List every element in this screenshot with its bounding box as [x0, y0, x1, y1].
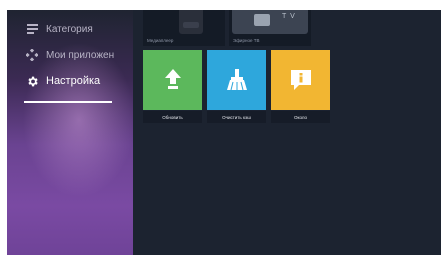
upload-arrow-icon	[164, 69, 181, 89]
tile-face	[271, 50, 330, 110]
tile-face	[207, 50, 266, 110]
tile-label: Обновить	[143, 111, 202, 123]
app-thumbnail	[179, 10, 203, 34]
info-icon	[290, 70, 311, 90]
list-icon	[25, 22, 39, 36]
tile-face	[143, 50, 202, 110]
tv-icon	[254, 14, 270, 26]
app-thumbnail: T V	[232, 10, 308, 34]
sidebar-item-label: Мои приложен	[46, 49, 115, 61]
sidebar-item-settings[interactable]: Настройка	[25, 74, 100, 88]
sidebar-item-label: Категория	[46, 23, 93, 35]
apps-icon	[25, 48, 39, 62]
app-tile-broadcast-tv[interactable]: T V Эфирное ТВ	[229, 10, 311, 46]
app-label: Эфирное ТВ	[233, 38, 260, 43]
tile-about[interactable]: Около	[271, 50, 330, 123]
gear-icon	[25, 74, 39, 88]
active-underline	[24, 101, 112, 103]
main-panel: Медиаплеер T V Эфирное ТВ Обновить Очист…	[133, 10, 441, 255]
screen: Категория Мои приложен Настройка Медиапл…	[0, 0, 448, 255]
tile-clear-cache[interactable]: Очистить кэш	[207, 50, 266, 123]
tile-update[interactable]: Обновить	[143, 50, 202, 123]
media-player-icon	[183, 22, 199, 28]
sidebar: Категория Мои приложен Настройка	[7, 10, 133, 255]
broom-icon	[226, 69, 247, 91]
tile-label: Около	[271, 111, 330, 123]
app-tile-media-player[interactable]: Медиаплеер	[143, 10, 225, 46]
tv-text: T V	[282, 13, 296, 20]
tile-label: Очистить кэш	[207, 111, 266, 123]
app-label: Медиаплеер	[147, 38, 174, 43]
sidebar-item-category[interactable]: Категория	[25, 22, 93, 36]
sidebar-item-my-apps[interactable]: Мои приложен	[25, 48, 114, 62]
sidebar-item-label: Настройка	[46, 75, 101, 87]
